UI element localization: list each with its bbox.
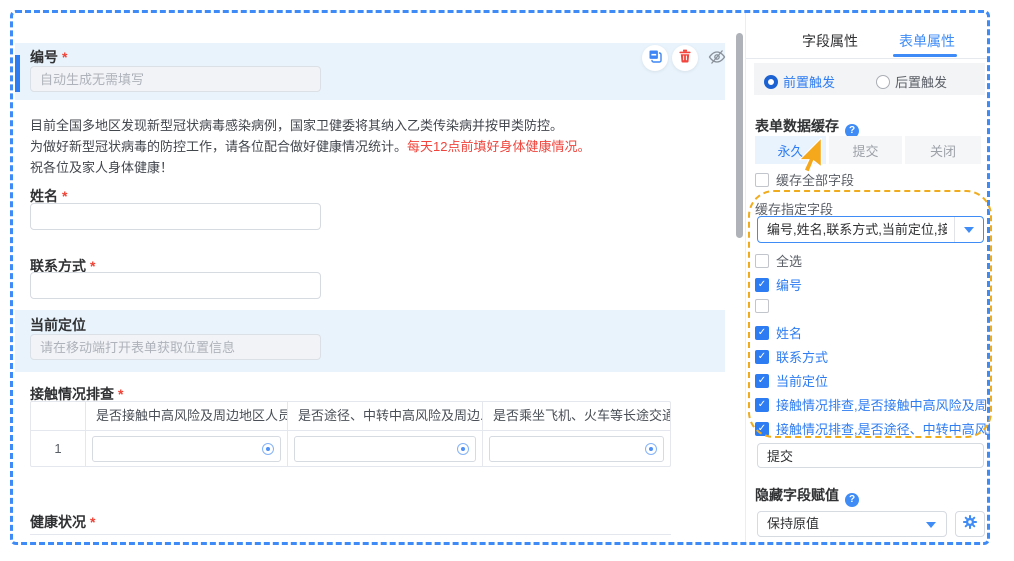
required-asterisk: * [62,49,67,65]
survey-select-2[interactable] [294,436,476,462]
radio-pre-trigger[interactable]: 前置触发 [764,72,835,91]
checkbox-unchecked[interactable] [755,173,769,187]
cached-fields-select[interactable]: 编号,姓名,联系方式,当前定位,接... [757,216,984,243]
trigger-radio-group: 前置触发 后置触发 [754,63,985,95]
survey-col-2: 是否途径、中转中高风险及周边... [288,402,483,430]
survey-select-3[interactable] [489,436,664,462]
radio-unselected-icon [876,75,890,89]
copy-field-button[interactable] [642,45,668,71]
select-caret-button[interactable] [954,217,983,242]
field-checkbox-survey-1[interactable]: ✓ 接触情况排查,是否接触中高风险及周边地区人员 [755,395,990,414]
chevron-down-icon [964,227,974,233]
cached-fields-value: 编号,姓名,联系方式,当前定位,接... [767,217,947,242]
checkbox-checked[interactable]: ✓ [755,374,769,388]
gear-icon [962,514,978,535]
checkbox-unchecked[interactable] [755,299,769,313]
notice-line-1: 目前全国多地区发现新型冠状病毒感染病例，国家卫健委将其纳入乙类传染病并按甲类防控… [30,115,680,136]
number-field-label: 编号* [30,47,67,67]
contact-input[interactable] [30,272,321,299]
health-field-label: 健康状况* [30,512,95,532]
cache-section-title: 表单数据缓存? [755,116,859,138]
survey-table: 是否接触中高风险及周边地区人员 是否途径、中转中高风险及周边... 是否乘坐飞机… [30,401,671,467]
tab-field-properties[interactable]: 字段属性 [788,31,872,51]
checkbox-checked[interactable]: ✓ [755,278,769,292]
radio-selected-icon [764,75,778,89]
survey-col-index [31,402,86,430]
selected-field-indicator [15,55,20,92]
field-checkbox-select-all[interactable]: 全选 [755,251,990,270]
checkbox-unchecked[interactable] [755,254,769,268]
hidden-section-title: 隐藏字段赋值? [755,485,859,507]
notice-highlight-red: 每天12点前填好身体健康情况。 [407,139,590,154]
cache-submit-input[interactable] [757,443,984,468]
delete-field-button[interactable] [672,45,698,71]
hide-field-button[interactable] [708,49,726,70]
checkbox-checked[interactable]: ✓ [755,350,769,364]
required-asterisk: * [90,514,95,530]
eye-off-icon [708,52,726,69]
form-designer-page: 编号* [0,0,1014,561]
field-checkbox-name[interactable]: ✓ 姓名 [755,323,990,342]
field-checkbox-survey-2[interactable]: ✓ 接触情况排查,是否途径、中转中高风险及周边地区 [755,419,990,438]
field-checkbox-contact[interactable]: ✓ 联系方式 [755,347,990,366]
field-checkbox-location[interactable]: ✓ 当前定位 [755,371,990,390]
select-circle-icon [457,443,469,455]
field-checkbox-empty[interactable] [755,299,990,313]
select-circle-icon [645,443,657,455]
active-tab-underline [893,54,957,57]
survey-table-row: 1 [31,431,670,466]
cache-all-checkbox-row[interactable]: 缓存全部字段 [755,170,990,189]
required-asterisk: * [62,188,67,204]
survey-select-1[interactable] [92,436,281,462]
radio-post-trigger[interactable]: 后置触发 [876,72,947,91]
trash-icon [678,49,692,68]
checkbox-checked[interactable]: ✓ [755,422,769,436]
required-asterisk: * [118,386,123,402]
number-input[interactable] [30,66,321,92]
survey-col-3: 是否乘坐飞机、火车等长途交通... [483,402,670,430]
select-circle-icon [262,443,274,455]
form-notice-text: 目前全国多地区发现新型冠状病毒感染病例，国家卫健委将其纳入乙类传染病并按甲类防控… [30,115,680,178]
checkbox-checked[interactable]: ✓ [755,398,769,412]
next-table-edge [30,534,671,535]
checkbox-checked[interactable]: ✓ [755,326,769,340]
hidden-value-text: 保持原值 [767,512,819,536]
hidden-value-settings-button[interactable] [955,511,985,537]
mouse-cursor-icon [799,138,823,178]
cache-mode-close[interactable]: 关闭 [905,136,981,164]
tabbar-border [746,58,990,59]
notice-line-2: 为做好新型冠状病毒的防控工作，请各位配合做好健康情况统计。每天12点前填好身体健… [30,136,680,157]
location-field-label: 当前定位 [30,315,86,335]
panel-divider [745,13,746,542]
row-number: 1 [31,431,86,466]
left-panel-scrollbar[interactable] [736,33,743,238]
field-checkbox-number[interactable]: ✓ 编号 [755,275,990,294]
copy-icon [648,49,662,68]
location-input[interactable] [30,334,321,360]
notice-line-3: 祝各位及家人身体健康！ [30,157,680,178]
tab-form-properties[interactable]: 表单属性 [885,31,969,51]
help-icon[interactable]: ? [845,493,859,507]
hidden-value-select[interactable]: 保持原值 [757,511,947,537]
name-input[interactable] [30,203,321,230]
survey-table-header: 是否接触中高风险及周边地区人员 是否途径、中转中高风险及周边... 是否乘坐飞机… [31,402,670,431]
survey-col-1: 是否接触中高风险及周边地区人员 [86,402,288,430]
cache-mode-submit[interactable]: 提交 [829,136,902,164]
chevron-down-icon [926,522,936,528]
